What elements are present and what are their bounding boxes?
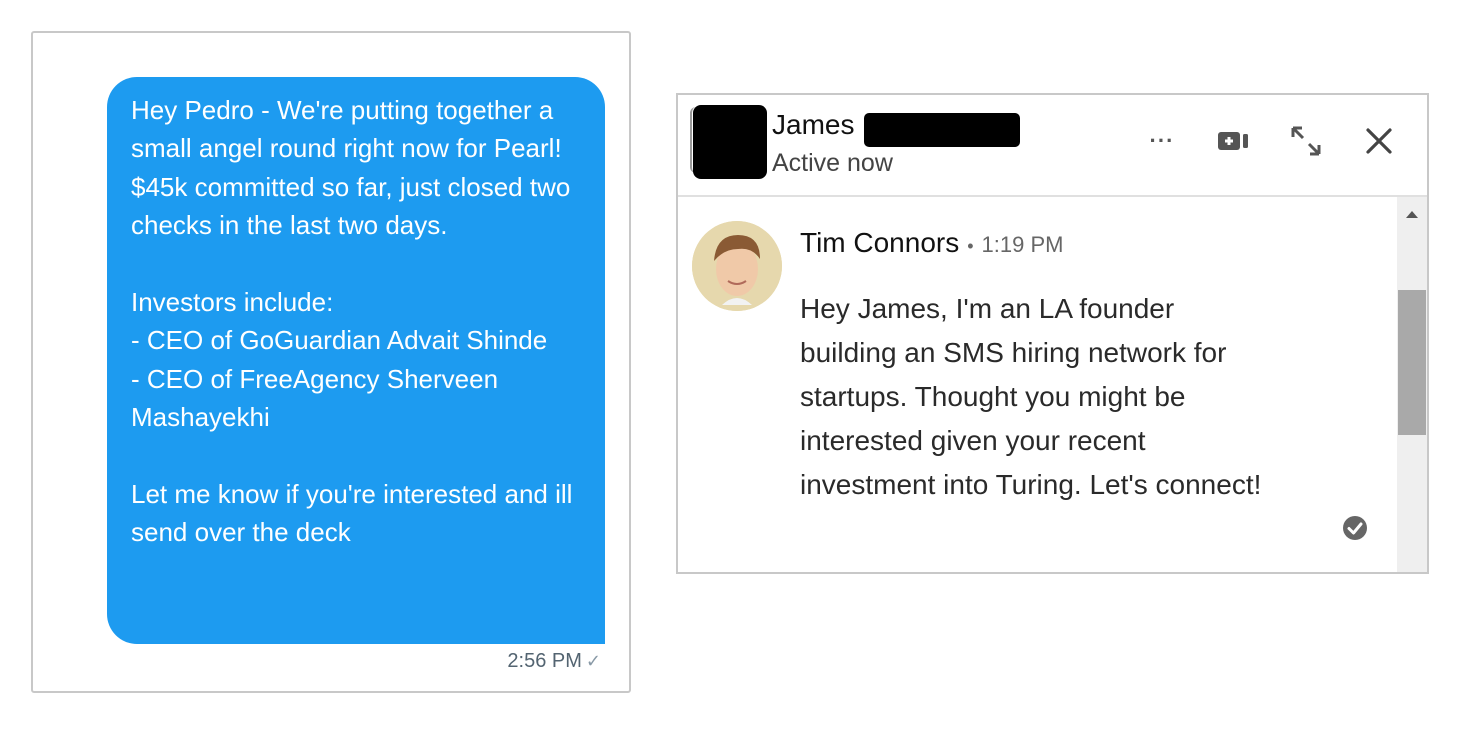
message-text: Hey James, I'm an LA founder building an… [800, 293, 1262, 500]
more-icon[interactable]: ··· [1142, 123, 1182, 159]
contact-status: Active now [772, 149, 893, 177]
message-time: 1:19 PM [981, 232, 1064, 257]
close-icon[interactable] [1358, 123, 1400, 159]
message-time: 2:56 PM [507, 650, 582, 672]
message-bubble: Hey Pedro - We're putting together a sma… [107, 77, 605, 644]
sender-name[interactable]: Tim Connors [800, 227, 959, 259]
twitter-dm-panel: Hey Pedro - We're putting together a sma… [31, 31, 631, 693]
message-meta: 2:56 PM ✓ [507, 650, 601, 673]
sender-line: Tim Connors • 1:19 PM [800, 227, 1063, 259]
separator-dot: • [967, 236, 974, 256]
scrollbar[interactable] [1397, 197, 1427, 572]
checkmark-icon: ✓ [585, 651, 601, 671]
scroll-up-icon[interactable] [1406, 211, 1418, 218]
chat-body[interactable]: Tim Connors • 1:19 PM Hey James, I'm an … [678, 197, 1427, 572]
chat-header: James Active now ··· [678, 95, 1427, 197]
read-receipt-icon [1342, 515, 1368, 541]
scrollbar-thumb[interactable] [1398, 290, 1426, 435]
redacted-avatar[interactable] [693, 105, 767, 179]
sender-avatar[interactable] [692, 221, 782, 311]
contact-name[interactable]: James [772, 109, 854, 141]
video-call-icon[interactable] [1213, 123, 1253, 159]
linkedin-chat-panel: James Active now ··· Tim Connors • 1:19 … [676, 93, 1429, 574]
redacted-surname [864, 113, 1020, 147]
expand-icon[interactable] [1286, 123, 1326, 159]
